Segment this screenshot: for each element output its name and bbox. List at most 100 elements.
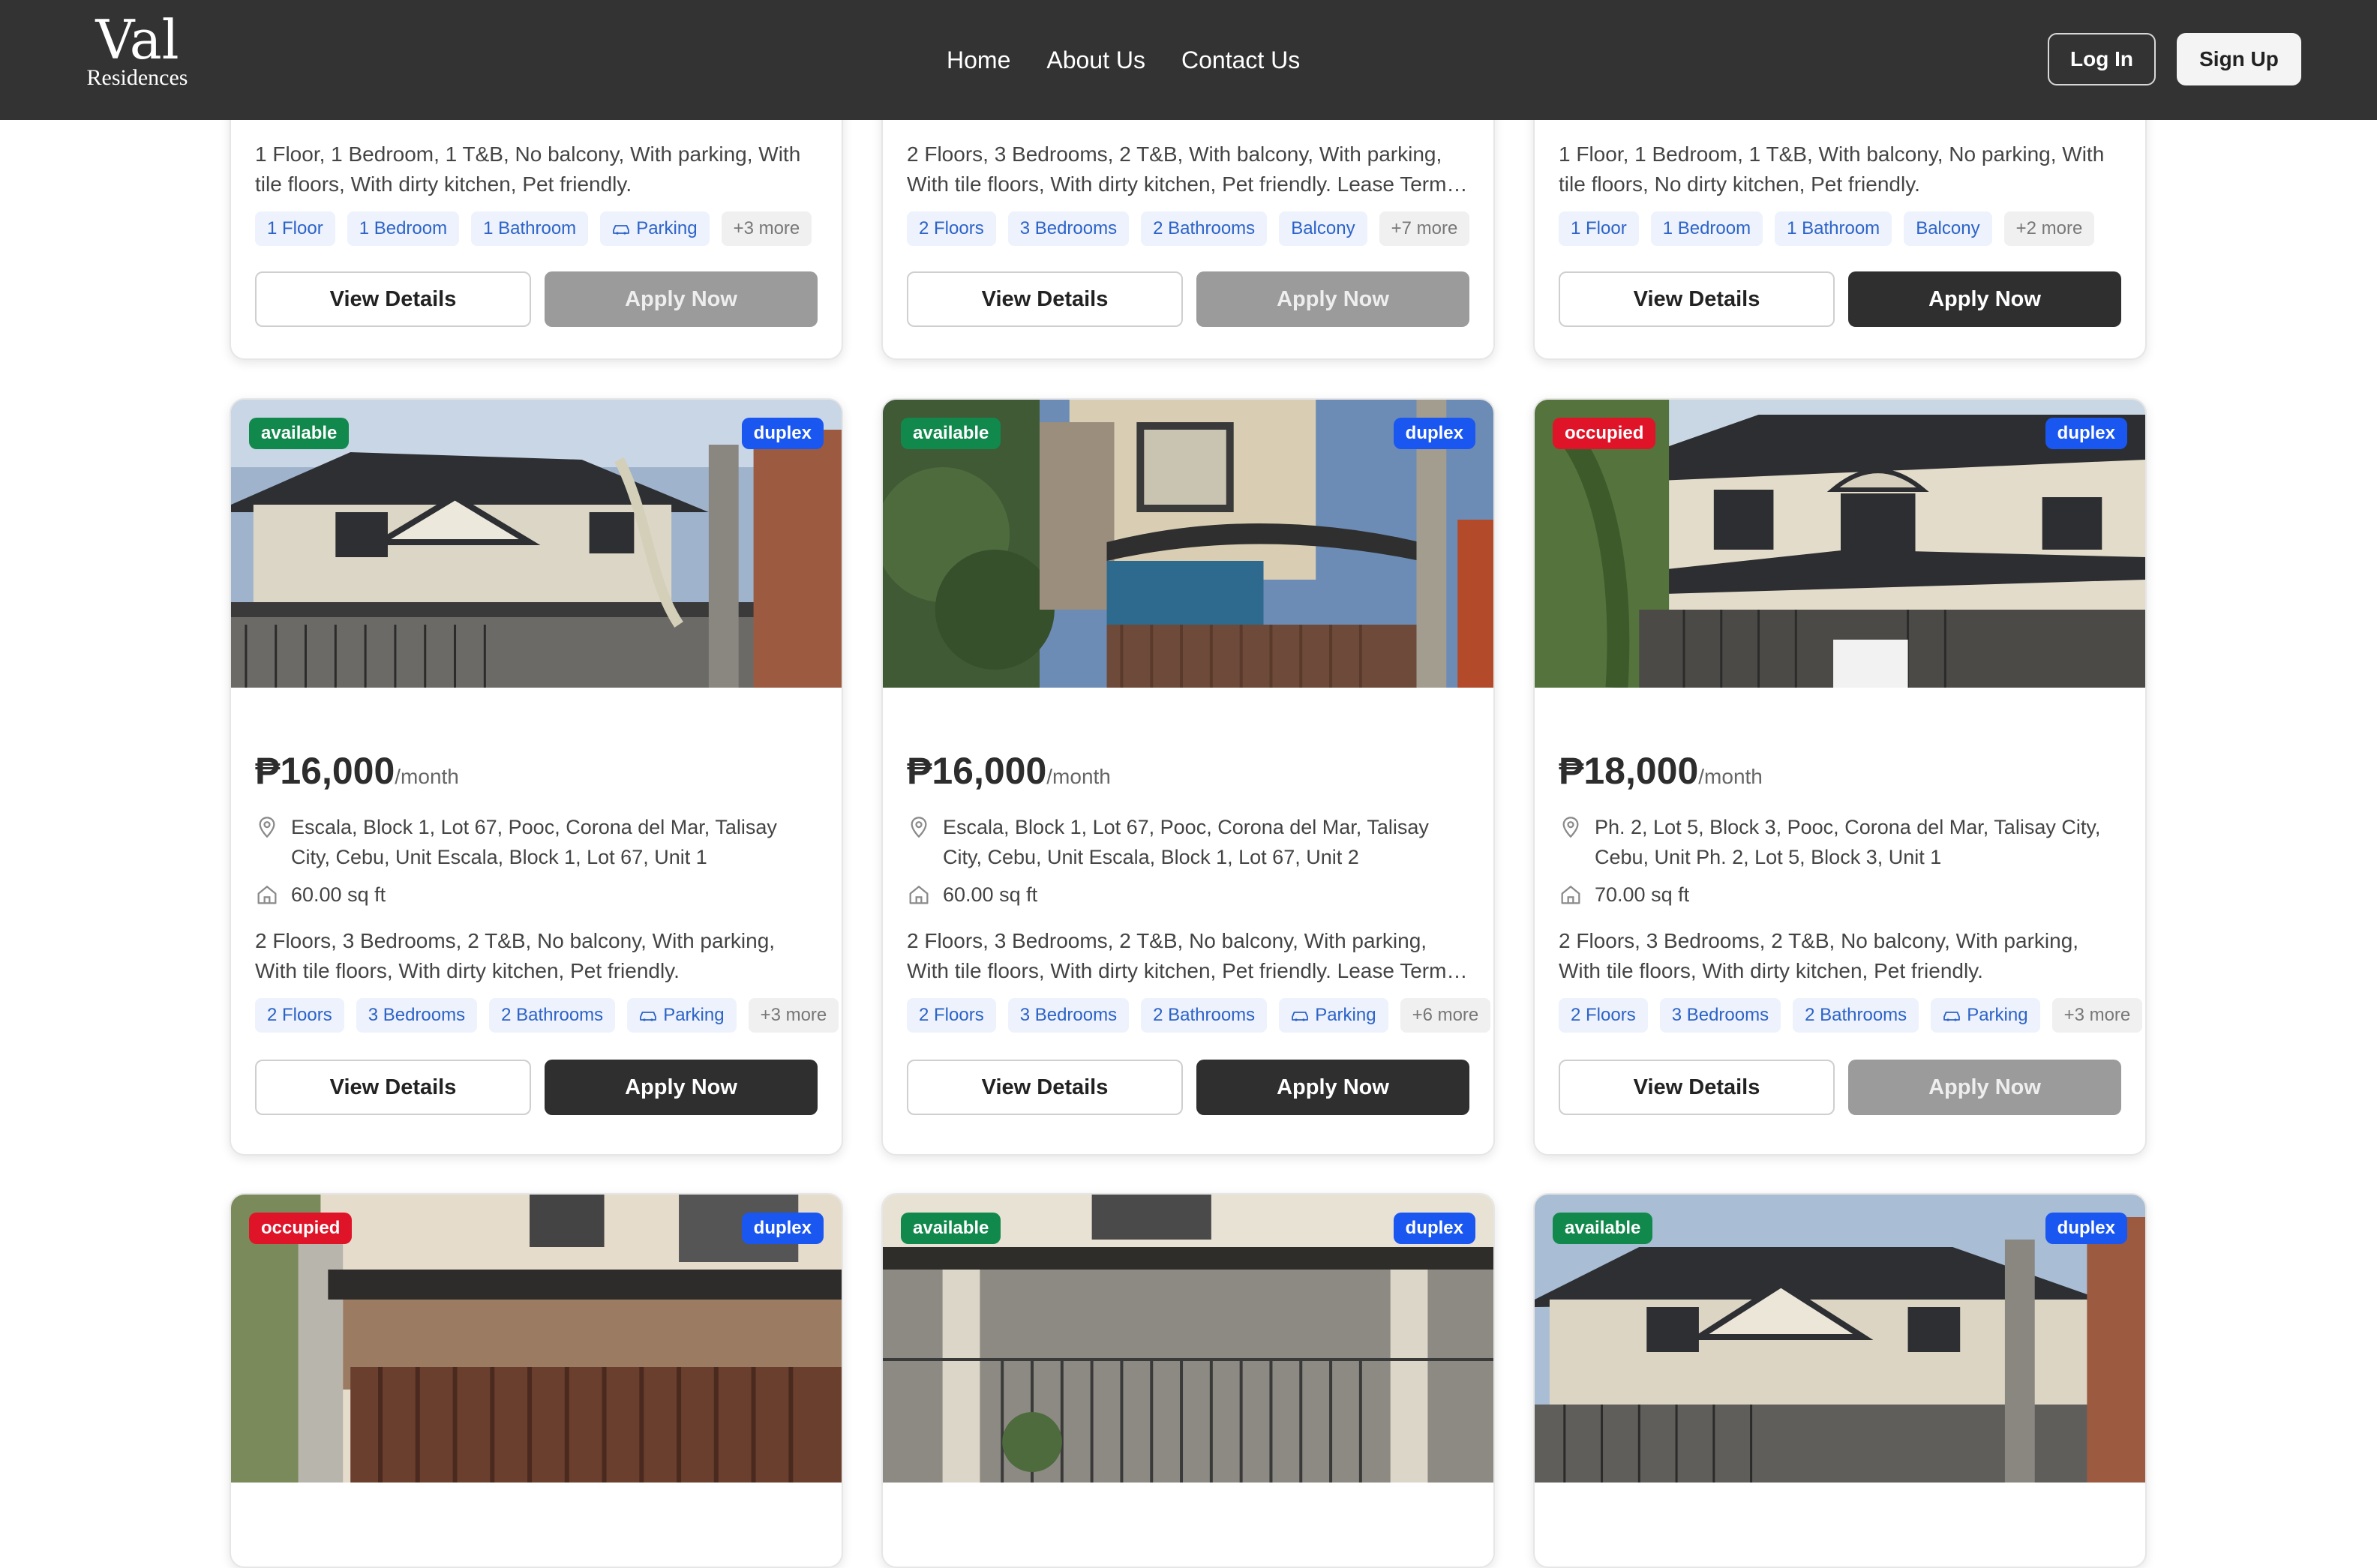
listing-card: occupied duplex	[230, 1193, 843, 1568]
feature-tag-label: Parking	[636, 218, 698, 238]
listing-card: available duplex	[881, 1193, 1495, 1568]
feature-tag: 1 Bedroom	[1650, 211, 1763, 246]
type-badge: duplex	[1393, 1213, 1475, 1244]
map-pin-icon	[907, 815, 931, 839]
view-details-button[interactable]: View Details	[907, 271, 1183, 327]
feature-tag: 2 Bathrooms	[489, 998, 616, 1033]
feature-tag: 1 Floor	[1559, 211, 1639, 246]
area-row: 60.00 sq ft	[255, 880, 818, 910]
listing-description: 2 Floors, 3 Bedrooms, 2 T&B, No balcony,…	[255, 929, 776, 982]
apply-now-button[interactable]: Apply Now	[1196, 1060, 1469, 1115]
feature-tag: 1 Bathroom	[471, 211, 589, 246]
signup-button[interactable]: Sign Up	[2177, 33, 2301, 85]
address-row: Ph. 2, Lot 5, Block 3, Pooc, Corona del …	[1559, 812, 2121, 872]
card-actions: View Details Apply Now	[907, 1060, 1469, 1115]
map-pin-icon	[255, 815, 279, 839]
apply-now-button[interactable]: Apply Now	[545, 271, 818, 327]
feature-tag: 1 Bedroom	[347, 211, 460, 246]
feature-tags: 2 Floors 3 Bedrooms 2 Bathrooms Parking …	[907, 998, 1491, 1033]
view-details-button[interactable]: View Details	[255, 1060, 531, 1115]
card-actions: View Details Apply Now	[255, 271, 818, 327]
feature-tag: 2 Floors	[907, 211, 996, 246]
more-tags: +3 more	[2051, 998, 2143, 1033]
car-icon	[639, 1009, 657, 1021]
feature-tag: 2 Bathrooms	[1141, 998, 1268, 1033]
card-actions: View Details Apply Now	[1559, 271, 2121, 327]
home-icon	[255, 883, 279, 907]
navbar: Val Residences Home About Us Contact Us …	[0, 0, 2377, 120]
feature-tags: 2 Floors 3 Bedrooms 2 Bathrooms Balcony …	[907, 211, 1470, 246]
price-period: /month	[395, 765, 459, 788]
home-icon	[907, 883, 931, 907]
listing-description: 2 Floors, 3 Bedrooms, 2 T&B, No balcony,…	[1559, 929, 2079, 982]
view-details-button[interactable]: View Details	[907, 1060, 1183, 1115]
feature-tag-parking: Parking	[1279, 998, 1388, 1033]
price: ₱18,000/month	[1559, 749, 1763, 793]
brand-name: Val	[95, 8, 179, 71]
address: Escala, Block 1, Lot 67, Pooc, Corona de…	[943, 816, 1429, 868]
feature-tag-label: Parking	[1967, 1005, 2028, 1025]
price: ₱16,000/month	[255, 749, 459, 793]
home-icon	[1559, 883, 1583, 907]
car-icon	[1943, 1009, 1961, 1021]
view-details-button[interactable]: View Details	[1559, 1060, 1835, 1115]
login-button[interactable]: Log In	[2048, 33, 2156, 85]
brand-logo[interactable]: Val Residences	[81, 10, 194, 90]
address: Escala, Block 1, Lot 67, Pooc, Corona de…	[291, 816, 777, 868]
listing-description: 2 Floors, 3 Bedrooms, 2 T&B, No balcony,…	[907, 929, 1453, 982]
more-tags: +3 more	[721, 211, 812, 246]
feature-tag: Balcony	[1279, 211, 1367, 246]
feature-tag-label: Parking	[1315, 1005, 1376, 1025]
feature-tag: Balcony	[1904, 211, 1992, 246]
feature-tag: 2 Bathrooms	[1141, 211, 1268, 246]
feature-tag: 3 Bedrooms	[1007, 211, 1130, 246]
feature-tags: 2 Floors 3 Bedrooms 2 Bathrooms Parking …	[1559, 998, 2143, 1033]
status-badge: available	[901, 418, 1001, 449]
status-badge: available	[901, 1213, 1001, 1244]
feature-tags: 1 Floor 1 Bedroom 1 Bathroom Balcony +2 …	[1559, 211, 2121, 246]
apply-now-button[interactable]: Apply Now	[1196, 271, 1469, 327]
price: ₱16,000/month	[907, 749, 1111, 793]
address-row: Escala, Block 1, Lot 67, Pooc, Corona de…	[907, 812, 1469, 872]
apply-now-button[interactable]: Apply Now	[1848, 1060, 2121, 1115]
feature-tag: 2 Floors	[1559, 998, 1648, 1033]
price-amount: ₱18,000	[1559, 750, 1699, 792]
nav-home[interactable]: Home	[947, 41, 1010, 79]
feature-tag: 1 Bathroom	[1775, 211, 1892, 246]
address: Ph. 2, Lot 5, Block 3, Pooc, Corona del …	[1595, 816, 2101, 868]
nav-contact-us[interactable]: Contact Us	[1181, 41, 1300, 79]
card-actions: View Details Apply Now	[907, 271, 1469, 327]
listing-description: 1 Floor, 1 Bedroom, 1 T&B, No balcony, W…	[255, 142, 801, 196]
feature-tag-parking: Parking	[627, 998, 737, 1033]
status-badge: occupied	[249, 1213, 353, 1244]
type-badge: duplex	[1393, 418, 1475, 449]
view-details-button[interactable]: View Details	[1559, 271, 1835, 327]
feature-tag: 2 Floors	[255, 998, 344, 1033]
floor-area: 60.00 sq ft	[943, 883, 1038, 906]
type-badge: duplex	[2045, 418, 2127, 449]
listing-card: occupied duplex ₱18,000/month Ph. 2, Lot…	[1533, 398, 2147, 1156]
card-actions: View Details Apply Now	[255, 1060, 818, 1115]
feature-tags: 2 Floors 3 Bedrooms 2 Bathrooms Parking …	[255, 998, 839, 1033]
listing-card: available duplex	[1533, 1193, 2147, 1568]
apply-now-button[interactable]: Apply Now	[1848, 271, 2121, 327]
listing-description: 1 Floor, 1 Bedroom, 1 T&B, With balcony,…	[1559, 142, 2105, 196]
nav-about-us[interactable]: About Us	[1046, 41, 1145, 79]
car-icon	[1291, 1009, 1309, 1021]
more-tags: +2 more	[2003, 211, 2095, 246]
view-details-button[interactable]: View Details	[255, 271, 531, 327]
status-badge: occupied	[1553, 418, 1656, 449]
type-badge: duplex	[2045, 1213, 2127, 1244]
feature-tag: 2 Floors	[907, 998, 996, 1033]
floor-area: 70.00 sq ft	[1595, 883, 1690, 906]
feature-tag-parking: Parking	[1931, 998, 2040, 1033]
price-amount: ₱16,000	[907, 750, 1047, 792]
feature-tag: 3 Bedrooms	[356, 998, 478, 1033]
feature-tag: 2 Bathrooms	[1793, 998, 1919, 1033]
feature-tag: 3 Bedrooms	[1007, 998, 1130, 1033]
apply-now-button[interactable]: Apply Now	[545, 1060, 818, 1115]
more-tags: +6 more	[1400, 998, 1491, 1033]
listing-description: 2 Floors, 3 Bedrooms, 2 T&B, With balcon…	[907, 142, 1453, 196]
feature-tags: 1 Floor 1 Bedroom 1 Bathroom Parking +3 …	[255, 211, 818, 246]
feature-tag: 1 Floor	[255, 211, 335, 246]
